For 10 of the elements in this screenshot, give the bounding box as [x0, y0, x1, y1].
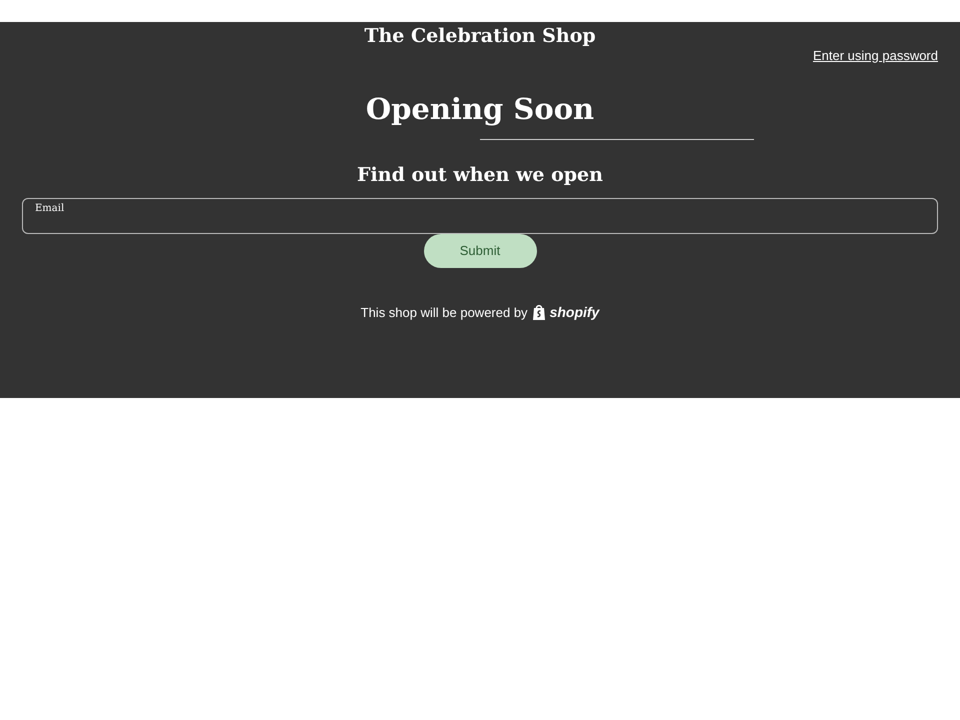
shopping-bag-icon: [532, 304, 546, 321]
shop-name: The Celebration Shop: [364, 24, 596, 49]
email-field[interactable]: Email: [22, 198, 938, 234]
field-label: Email: [35, 202, 64, 216]
submit-button[interactable]: Submit: [424, 234, 536, 268]
subheading: Find out when we open: [357, 163, 603, 188]
password-link[interactable]: Enter using password: [812, 46, 938, 66]
brand-name: shopify: [550, 303, 600, 322]
powered-by-text: This shop will be powered by: [360, 304, 528, 322]
page-heading: Opening Soon: [366, 91, 594, 127]
